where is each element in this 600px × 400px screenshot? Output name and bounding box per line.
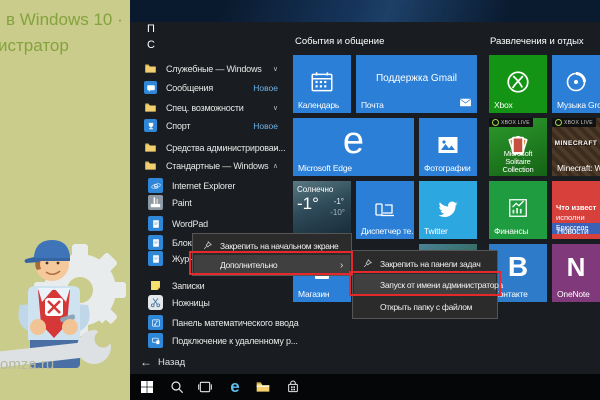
- tile-weather[interactable]: Солнечно -1° -1° -10°: [293, 181, 351, 239]
- taskbar-search-button[interactable]: [167, 377, 187, 397]
- minecraft-logo: MINECRAFT: [552, 140, 600, 147]
- chevron-down-icon: ∨: [273, 65, 278, 73]
- calendar-icon: [309, 69, 335, 95]
- taskbar-store-button[interactable]: [283, 377, 303, 397]
- twitter-bird-icon: [435, 195, 461, 221]
- start-menu: П С Служебные — Windows ∨ Сообщения Ново…: [130, 22, 600, 374]
- start-button[interactable]: [137, 377, 157, 397]
- annotation-highlight-more: [189, 251, 353, 275]
- new-badge: Новое: [253, 83, 278, 93]
- app-row-paint[interactable]: Paint: [130, 194, 290, 211]
- photos-icon: [436, 133, 460, 157]
- letter-header-p[interactable]: П: [147, 23, 155, 35]
- screenshot-root: в Windows 10 · истратор: [0, 0, 600, 400]
- annotation-highlight-run-as-admin: [349, 271, 501, 296]
- app-row-sluzhebnye-windows[interactable]: Служебные — Windows ∨: [130, 60, 290, 77]
- xbox-live-badge: XBOX LIVE: [489, 118, 533, 127]
- desktop-wallpaper: [130, 0, 600, 22]
- tile-finance[interactable]: Финансы: [489, 181, 547, 239]
- back-arrow-icon: ←: [140, 355, 152, 369]
- groove-icon: [564, 70, 588, 94]
- promo-sidebar: в Windows 10 · истратор: [0, 0, 130, 400]
- tile-calendar[interactable]: Календарь: [293, 55, 351, 113]
- notepad-icon: [148, 235, 163, 250]
- store-bag-icon: [285, 379, 301, 395]
- letter-header-s[interactable]: С: [147, 39, 155, 51]
- chevron-up-icon: ∧: [273, 162, 278, 170]
- edge-logo: e: [293, 118, 414, 166]
- new-badge: Новое: [253, 121, 278, 131]
- windows-logo-icon: [139, 379, 155, 395]
- promo-title-line2: истратор: [0, 36, 69, 56]
- math-input-icon: [148, 315, 163, 330]
- onenote-logo: N: [552, 244, 600, 292]
- tile-minecraft[interactable]: XBOX LIVE MINECRAFT Minecraft: W...: [552, 118, 600, 176]
- mail-icon: [459, 96, 472, 109]
- mail-live-text: Поддержка Gmail: [356, 73, 477, 84]
- finance-chart-icon: [507, 197, 529, 219]
- edge-icon: e: [230, 377, 239, 397]
- messaging-icon: [144, 81, 157, 94]
- taskbar-edge-button[interactable]: e: [225, 377, 245, 397]
- remote-desktop-icon: [148, 333, 163, 348]
- tile-solitaire[interactable]: XBOX LIVE Microsoft Solitaire Collection: [489, 118, 547, 176]
- tile-groove-music[interactable]: Музыка Gro: [552, 55, 600, 113]
- task-view-icon: [197, 379, 213, 395]
- app-row-zapiski[interactable]: Записки: [130, 277, 290, 294]
- tile-phone-companion[interactable]: Диспетчер те...: [356, 181, 414, 239]
- xbox-dot-icon: [555, 119, 562, 126]
- task-view-button[interactable]: [195, 377, 215, 397]
- folder-icon: [144, 62, 157, 75]
- app-row-wordpad[interactable]: WordPad: [130, 215, 290, 232]
- xbox-live-badge: XBOX LIVE: [552, 118, 596, 127]
- tile-onenote[interactable]: N OneNote: [552, 244, 600, 302]
- snipping-tool-icon: [148, 295, 163, 310]
- sticky-notes-icon: [148, 278, 163, 293]
- xbox-icon: [505, 69, 531, 95]
- tile-twitter[interactable]: Twitter: [419, 181, 477, 239]
- watermark: omza.ru: [0, 356, 54, 373]
- folder-icon: [144, 101, 157, 114]
- app-row-spec-vozmozhnosti[interactable]: Спец. возможности ∨: [130, 99, 290, 116]
- tile-mail[interactable]: Поддержка Gmail Почта: [356, 55, 477, 113]
- tile-microsoft-edge[interactable]: e Microsoft Edge: [293, 118, 414, 176]
- file-explorer-icon: [255, 379, 271, 395]
- tile-group-header-2[interactable]: Развлечения и отдых: [490, 36, 584, 47]
- pin-icon: [202, 240, 213, 251]
- app-row-soobshcheniya[interactable]: Сообщения Новое: [130, 79, 290, 96]
- chevron-down-icon: ∨: [273, 144, 278, 152]
- tile-group-header-1[interactable]: События и общение: [295, 36, 384, 47]
- promo-title-line1: в Windows 10 ·: [6, 10, 123, 30]
- paint-icon: [148, 195, 163, 210]
- chevron-down-icon: ∨: [273, 104, 278, 112]
- wordpad-icon: [148, 216, 163, 231]
- journal-icon: [148, 251, 163, 266]
- tile-news[interactable]: Что извест исполни Брюсселе Новости: [552, 181, 600, 239]
- tile-xbox[interactable]: Xbox: [489, 55, 547, 113]
- tile-photos[interactable]: Фотографии: [419, 118, 477, 176]
- app-row-nozhnitsy[interactable]: Ножницы: [130, 294, 290, 311]
- search-icon: [169, 379, 185, 395]
- submenu-item-open-file-location[interactable]: Открыть папку с файлом: [354, 296, 496, 317]
- xbox-dot-icon: [492, 119, 499, 126]
- pin-icon: [362, 258, 373, 269]
- devices-icon: [373, 196, 397, 220]
- app-row-math-input-panel[interactable]: Панель математического ввода: [130, 314, 290, 331]
- app-row-remote-desktop[interactable]: Подключение к удаленному р...: [130, 332, 290, 349]
- taskbar-file-explorer-button[interactable]: [253, 377, 273, 397]
- back-button[interactable]: ← Назад: [140, 355, 185, 369]
- taskbar: e: [130, 374, 600, 400]
